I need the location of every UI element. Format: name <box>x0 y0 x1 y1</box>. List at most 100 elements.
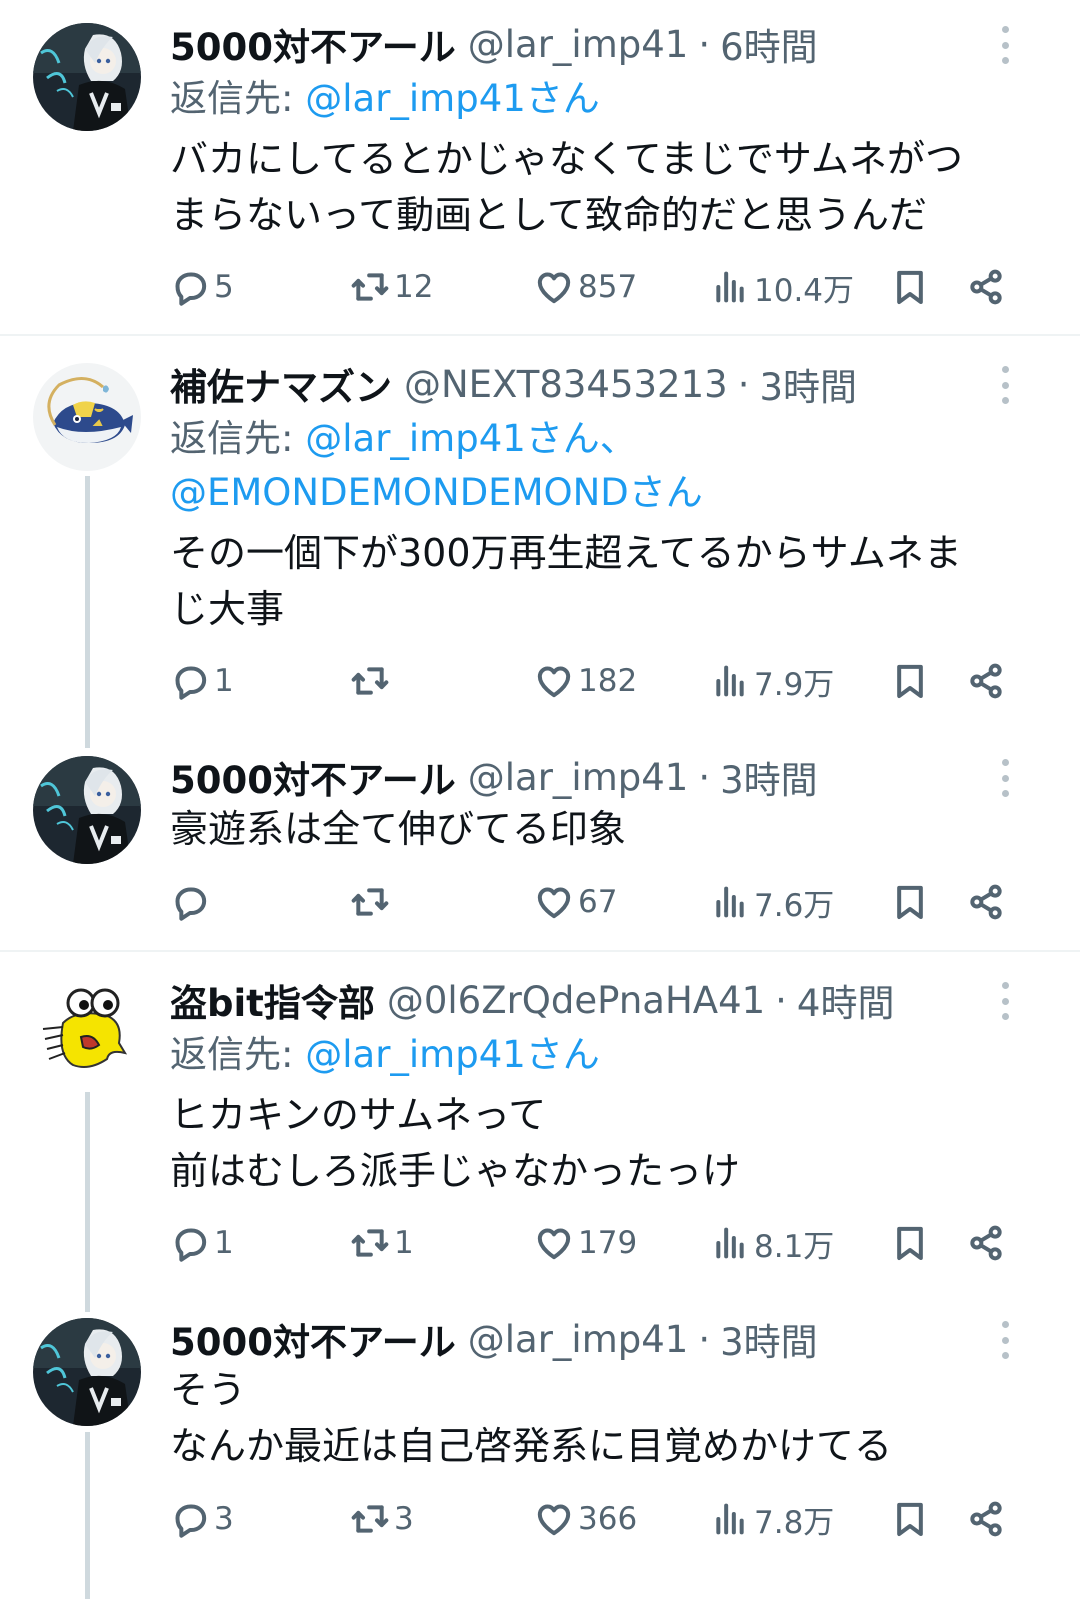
retweet-button[interactable] <box>350 877 394 927</box>
reply-button[interactable]: 3 <box>170 1494 234 1544</box>
reply-button[interactable] <box>170 877 214 927</box>
more-options-icon[interactable] <box>990 753 1020 803</box>
like-button[interactable]: 182 <box>534 656 637 706</box>
mention-link[interactable]: @lar_imp41さん <box>305 1033 600 1076</box>
user-handle[interactable]: @lar_imp41 <box>468 1318 689 1361</box>
mention-link[interactable]: @EMONDEMONDEMONDさん <box>170 471 703 514</box>
like-button[interactable]: 857 <box>534 262 637 312</box>
retweet-count: 3 <box>394 1501 414 1537</box>
share-button[interactable] <box>966 877 1010 927</box>
like-count: 179 <box>578 1225 638 1261</box>
share-icon <box>966 1499 1006 1539</box>
bookmark-button[interactable] <box>890 262 934 312</box>
reply-count: 5 <box>214 269 234 305</box>
bookmark-icon <box>890 882 930 922</box>
avatar[interactable] <box>33 1318 141 1426</box>
separator: · <box>698 755 711 799</box>
mention-link[interactable]: @lar_imp41さん <box>305 77 600 120</box>
share-icon <box>966 1223 1006 1263</box>
reply-icon <box>170 661 210 701</box>
more-options-icon[interactable] <box>990 976 1020 1026</box>
share-icon <box>966 661 1006 701</box>
display-name[interactable]: 5000対不アール <box>170 1312 456 1366</box>
timestamp[interactable]: 3時間 <box>720 1312 818 1366</box>
tweet-text-line: 前はむしろ派手じゃなかったっけ <box>170 1149 741 1193</box>
reply-button[interactable]: 5 <box>170 262 234 312</box>
display-name[interactable]: 盗bit指令部 <box>170 973 375 1027</box>
retweet-button[interactable] <box>350 656 394 706</box>
timestamp[interactable]: 6時間 <box>720 17 818 71</box>
tweet-text-line: 豪遊系は全て伸びてる印象 <box>170 807 627 851</box>
views-icon <box>710 267 750 307</box>
bookmark-icon <box>890 1223 930 1263</box>
more-options-icon[interactable] <box>990 360 1020 410</box>
avatar[interactable] <box>33 756 141 864</box>
like-button[interactable]: 179 <box>534 1218 637 1268</box>
avatar[interactable] <box>33 363 141 471</box>
user-handle[interactable]: @0l6ZrQdePnaHA41 <box>387 979 765 1022</box>
views-icon <box>710 882 750 922</box>
views-button[interactable]: 10.4万 <box>710 262 854 312</box>
action-bar: 3 3 366 7.8万 <box>170 1494 1040 1544</box>
user-handle[interactable]: @NEXT83453213 <box>404 363 728 406</box>
share-button[interactable] <box>966 656 1010 706</box>
share-button[interactable] <box>966 1494 1010 1544</box>
tweet-header: 5000対不アール @lar_imp41 · 3時間 <box>170 1311 818 1367</box>
timestamp[interactable]: 3時間 <box>759 357 857 411</box>
views-button[interactable]: 7.6万 <box>710 877 834 927</box>
action-bar: 1 182 7.9万 <box>170 656 1040 706</box>
views-button[interactable]: 8.1万 <box>710 1218 834 1268</box>
avatar[interactable] <box>33 23 141 131</box>
reply-to-line-continued: @EMONDEMONDEMONDさん <box>170 466 703 520</box>
retweet-count: 12 <box>394 269 434 305</box>
view-count: 7.9万 <box>754 666 835 703</box>
like-button[interactable]: 366 <box>534 1494 637 1544</box>
views-button[interactable]: 7.9万 <box>710 656 834 706</box>
retweet-icon <box>350 1223 390 1263</box>
tweet-text-line: じ大事 <box>170 587 285 631</box>
reply-prefix: 返信先: <box>170 77 294 120</box>
tweet-header: 5000対不アール @lar_imp41 · 6時間 <box>170 16 818 72</box>
display-name[interactable]: 5000対不アール <box>170 750 456 804</box>
tweet-text: そう なんか最近は自己啓発系に目覚めかけてる <box>170 1362 892 1474</box>
share-icon <box>966 882 1006 922</box>
tweet-text-line: ヒカキンのサムネって <box>170 1093 547 1137</box>
retweet-button[interactable]: 12 <box>350 262 433 312</box>
tweet-text-line: なんか最近は自己啓発系に目覚めかけてる <box>170 1424 893 1468</box>
retweet-button[interactable]: 3 <box>350 1494 414 1544</box>
timestamp[interactable]: 3時間 <box>720 750 818 804</box>
like-count: 366 <box>578 1501 638 1537</box>
divider <box>0 950 1080 952</box>
bookmark-button[interactable] <box>890 1218 934 1268</box>
timestamp[interactable]: 4時間 <box>797 973 895 1027</box>
reply-prefix: 返信先: <box>170 1033 294 1076</box>
retweet-count: 1 <box>394 1225 414 1261</box>
mention-link[interactable]: @lar_imp41さん、 <box>305 417 637 460</box>
tweet-text-line: バカにしてるとかじゃなくてまじでサムネがつ <box>170 137 964 181</box>
retweet-button[interactable]: 1 <box>350 1218 414 1268</box>
reply-button[interactable]: 1 <box>170 1218 234 1268</box>
display-name[interactable]: 5000対不アール <box>170 17 456 71</box>
bookmark-button[interactable] <box>890 877 934 927</box>
views-button[interactable]: 7.8万 <box>710 1494 834 1544</box>
share-button[interactable] <box>966 262 1010 312</box>
reply-to-line: 返信先: @lar_imp41さん、 <box>170 412 637 466</box>
action-bar: 1 1 179 8.1万 <box>170 1218 1040 1268</box>
reply-button[interactable]: 1 <box>170 656 234 706</box>
avatar[interactable] <box>33 979 141 1087</box>
more-options-icon[interactable] <box>990 1315 1020 1365</box>
user-handle[interactable]: @lar_imp41 <box>468 756 689 799</box>
user-handle[interactable]: @lar_imp41 <box>468 23 689 66</box>
tweet-text-line: その一個下が300万再生超えてるからサムネま <box>170 531 962 575</box>
whiscash-avatar-icon <box>33 363 141 471</box>
more-options-icon[interactable] <box>990 20 1020 70</box>
separator: · <box>737 362 750 406</box>
views-icon <box>710 1223 750 1263</box>
display-name[interactable]: 補佐ナマズン <box>170 357 392 411</box>
share-button[interactable] <box>966 1218 1010 1268</box>
reply-icon <box>170 882 210 922</box>
bookmark-button[interactable] <box>890 1494 934 1544</box>
bookmark-button[interactable] <box>890 656 934 706</box>
like-button[interactable]: 67 <box>534 877 617 927</box>
like-count: 182 <box>578 663 638 699</box>
